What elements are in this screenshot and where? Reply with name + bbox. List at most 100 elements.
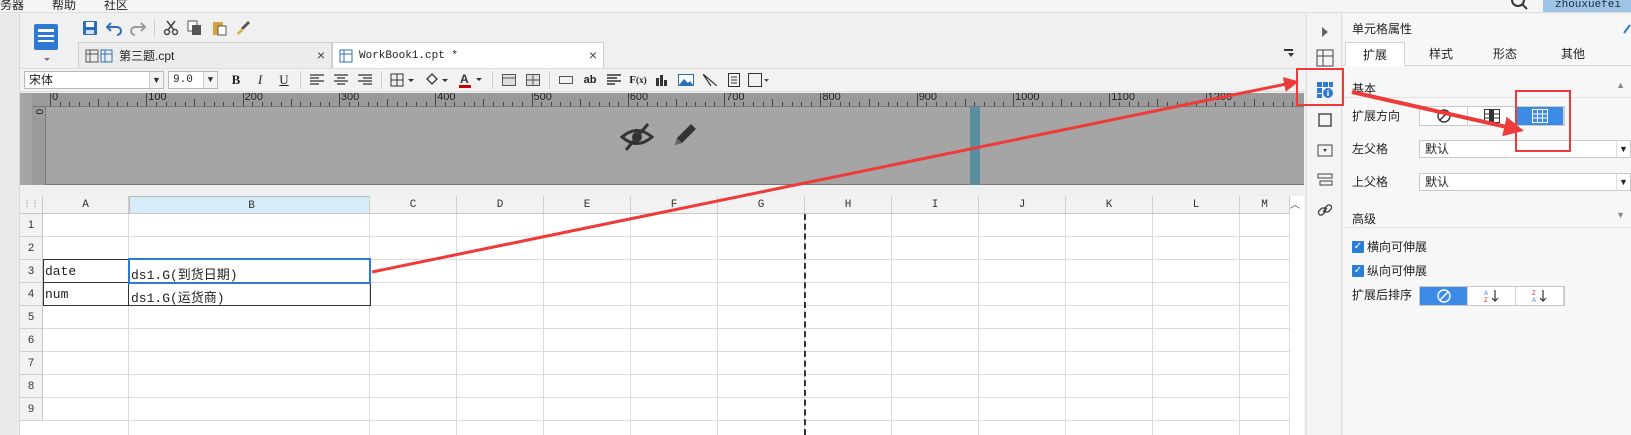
menu-item-server[interactable]: 务器 — [0, 0, 24, 12]
hyperlink-button[interactable] — [1315, 200, 1335, 220]
menu-item-community[interactable]: 社区 — [104, 0, 128, 12]
row-header[interactable]: 7 — [20, 352, 43, 375]
cell-element-button[interactable] — [1315, 48, 1335, 68]
expand-none-button[interactable] — [1420, 107, 1468, 125]
ruler-minor-tick — [878, 102, 880, 106]
tab-expand[interactable]: 扩展 — [1345, 42, 1405, 66]
copy-button[interactable] — [183, 17, 207, 39]
ruler-minor-tick — [839, 102, 841, 106]
sort-descending-button[interactable]: ZA — [1516, 287, 1564, 305]
column-header[interactable]: G — [718, 196, 805, 214]
ruler-minor-tick — [955, 102, 957, 106]
sort-none-button[interactable] — [1420, 287, 1468, 305]
ruler-minor-tick — [1157, 99, 1159, 106]
row-header[interactable]: 6 — [20, 329, 43, 352]
section-basic[interactable]: 基本 ▲ — [1343, 76, 1631, 98]
richtext-button[interactable] — [602, 70, 626, 90]
align-left-button[interactable] — [305, 70, 329, 90]
tab-workbook1[interactable]: WorkBook1.cpt * × — [332, 42, 604, 68]
align-center-button[interactable] — [329, 70, 353, 90]
condition-button[interactable] — [1315, 170, 1335, 190]
row-header[interactable]: 8 — [20, 375, 43, 398]
border-button[interactable] — [386, 70, 420, 90]
font-color-button[interactable]: A — [454, 70, 488, 90]
merge-cells-button[interactable] — [497, 70, 521, 90]
tab-form[interactable]: 形态 — [1475, 42, 1535, 66]
sort-ascending-button[interactable]: AZ — [1468, 287, 1516, 305]
redo-button[interactable] — [126, 17, 150, 39]
font-size-select[interactable]: 9.0 ▼ — [168, 71, 218, 89]
column-header[interactable]: B — [129, 196, 370, 214]
widget-button[interactable] — [1315, 140, 1335, 160]
top-parent-select[interactable]: 默认 ▼ — [1419, 173, 1631, 191]
tab-style[interactable]: 样式 — [1411, 42, 1471, 66]
tab-third-question[interactable]: 第三题.cpt × — [78, 42, 332, 68]
text-button[interactable]: ab — [578, 70, 602, 90]
search-icon[interactable] — [1510, 0, 1530, 11]
format-painter-button[interactable] — [231, 17, 255, 39]
vertical-expand-checkbox[interactable]: ✓ 纵向可伸展 — [1352, 262, 1427, 279]
row-header[interactable]: 3 — [20, 260, 43, 283]
row-header[interactable]: 1 — [20, 214, 43, 237]
cut-button[interactable] — [159, 17, 183, 39]
column-header[interactable]: C — [370, 196, 457, 214]
font-family-select[interactable]: 宋体 ▼ — [24, 71, 164, 89]
selected-cell-outline[interactable] — [128, 258, 371, 284]
fill-color-button[interactable] — [420, 70, 454, 90]
column-header[interactable]: E — [544, 196, 631, 214]
grid-line — [456, 214, 457, 435]
image-button[interactable] — [674, 70, 698, 90]
row-header[interactable]: 4 — [20, 283, 43, 306]
underline-button[interactable]: U — [272, 70, 296, 90]
column-header[interactable]: K — [1066, 196, 1153, 214]
section-advanced[interactable]: 高级 ▼ — [1343, 206, 1631, 228]
slash-button[interactable] — [698, 70, 722, 90]
eye-hidden-icon[interactable] — [620, 120, 654, 154]
undo-button[interactable] — [102, 17, 126, 39]
template-icon[interactable] — [28, 20, 66, 64]
column-header[interactable]: D — [457, 196, 544, 214]
subreport-button[interactable] — [722, 70, 746, 90]
float-element-button[interactable] — [1315, 110, 1335, 130]
row-header[interactable]: 5 — [20, 306, 43, 329]
column-header[interactable]: F — [631, 196, 718, 214]
column-header[interactable]: A — [43, 196, 129, 214]
tab-other[interactable]: 其他 — [1543, 42, 1603, 66]
formula-button[interactable]: F(x) — [626, 70, 650, 90]
bold-button[interactable]: B — [224, 70, 248, 90]
row-header[interactable]: 2 — [20, 237, 43, 260]
column-header[interactable]: M — [1240, 196, 1290, 214]
italic-button[interactable]: I — [248, 70, 272, 90]
menu-item-help[interactable]: 帮助 — [52, 0, 76, 12]
tab-close-button[interactable]: × — [589, 47, 597, 63]
save-button[interactable] — [78, 17, 102, 39]
column-header[interactable]: I — [892, 196, 979, 214]
paste-button[interactable] — [207, 17, 231, 39]
collapse-arrow-icon[interactable]: ︿ — [1290, 196, 1304, 212]
element-button[interactable] — [746, 70, 772, 90]
pin-icon[interactable] — [1623, 24, 1631, 34]
wrap-button[interactable] — [554, 70, 578, 90]
column-header[interactable]: H — [805, 196, 892, 214]
align-right-button[interactable] — [353, 70, 377, 90]
cell-a3[interactable]: date — [43, 264, 76, 279]
collapse-panel-button[interactable] — [1315, 22, 1335, 42]
column-header[interactable]: J — [979, 196, 1066, 214]
grid-line — [630, 214, 631, 435]
unmerge-cells-button[interactable] — [521, 70, 545, 90]
row-header[interactable]: 9 — [20, 398, 43, 421]
select-all-corner[interactable]: ⋮⋮ — [20, 196, 43, 214]
expand-vertical-button[interactable] — [1468, 107, 1516, 125]
pencil-icon[interactable] — [670, 120, 700, 150]
chart-button[interactable] — [650, 70, 674, 90]
tab-list-icon[interactable] — [1282, 46, 1296, 60]
column-header[interactable]: L — [1153, 196, 1240, 214]
bold-icon: B — [231, 72, 241, 87]
horizontal-expand-checkbox[interactable]: ✓ 横向可伸展 — [1352, 238, 1427, 255]
tab-close-button[interactable]: × — [317, 47, 325, 63]
user-name[interactable]: zhouxuefei — [1543, 0, 1631, 12]
cell-a4[interactable]: num — [43, 287, 68, 302]
cell-b4[interactable]: ds1.G(运货商) — [129, 287, 225, 306]
spreadsheet-grid[interactable]: ⋮⋮ A B C D E F G H I J K L M 1 2 3 4 5 6 7 8 9 date ds1.G(到货日期) n… — [20, 196, 1304, 435]
ruler-label: 0 — [52, 93, 59, 103]
